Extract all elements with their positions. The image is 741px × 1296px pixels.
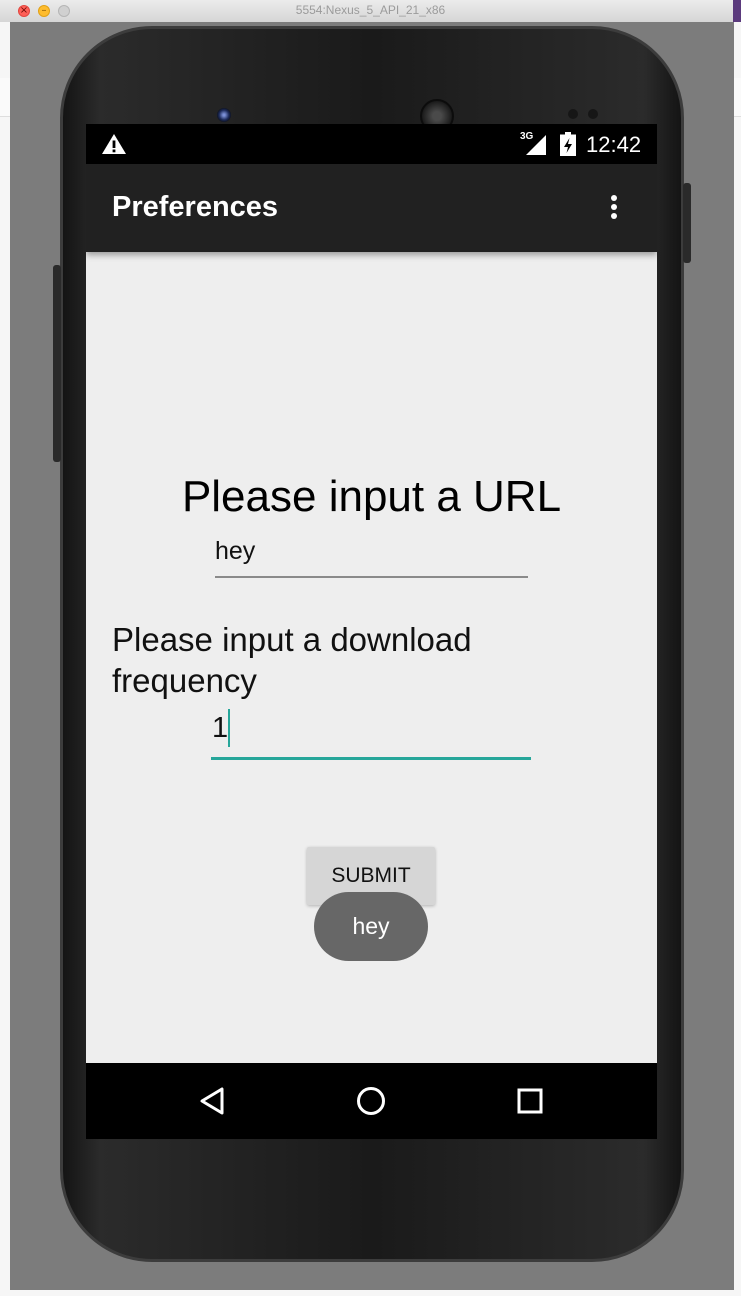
app-title: Preferences: [112, 191, 279, 223]
app-toolbar: Preferences: [86, 164, 657, 252]
emulator-window-titlebar: × – 5554:Nexus_5_API_21_x86: [0, 0, 741, 23]
background-window-edge: [733, 0, 741, 22]
recents-icon[interactable]: [512, 1083, 548, 1119]
url-label: Please input a URL: [181, 472, 562, 521]
network-type-label: 3G: [520, 131, 534, 142]
status-clock: 12:42: [586, 132, 642, 157]
frequency-label: Please input a download frequency: [112, 621, 472, 699]
front-camera: [217, 108, 231, 122]
url-input[interactable]: [215, 532, 528, 578]
battery-charging-icon: [560, 132, 576, 156]
text-cursor: [228, 709, 230, 747]
status-bar: 3G 12:42: [86, 124, 657, 164]
frequency-input[interactable]: 1: [211, 706, 531, 760]
navigation-bar: [86, 1063, 657, 1139]
warning-icon: [102, 134, 126, 154]
window-title: 5554:Nexus_5_API_21_x86: [295, 3, 446, 17]
power-button[interactable]: [683, 183, 691, 263]
home-icon[interactable]: [353, 1083, 389, 1119]
frequency-input-value: 1: [212, 712, 229, 744]
light-sensor: [588, 109, 598, 119]
back-icon[interactable]: [195, 1083, 231, 1119]
device-screen: 3G 12:42 Preferences Please input a URL …: [86, 124, 657, 1139]
toast-message: hey: [314, 892, 428, 961]
volume-button[interactable]: [53, 265, 61, 462]
more-vert-icon[interactable]: [608, 192, 620, 224]
proximity-sensor: [568, 109, 578, 119]
